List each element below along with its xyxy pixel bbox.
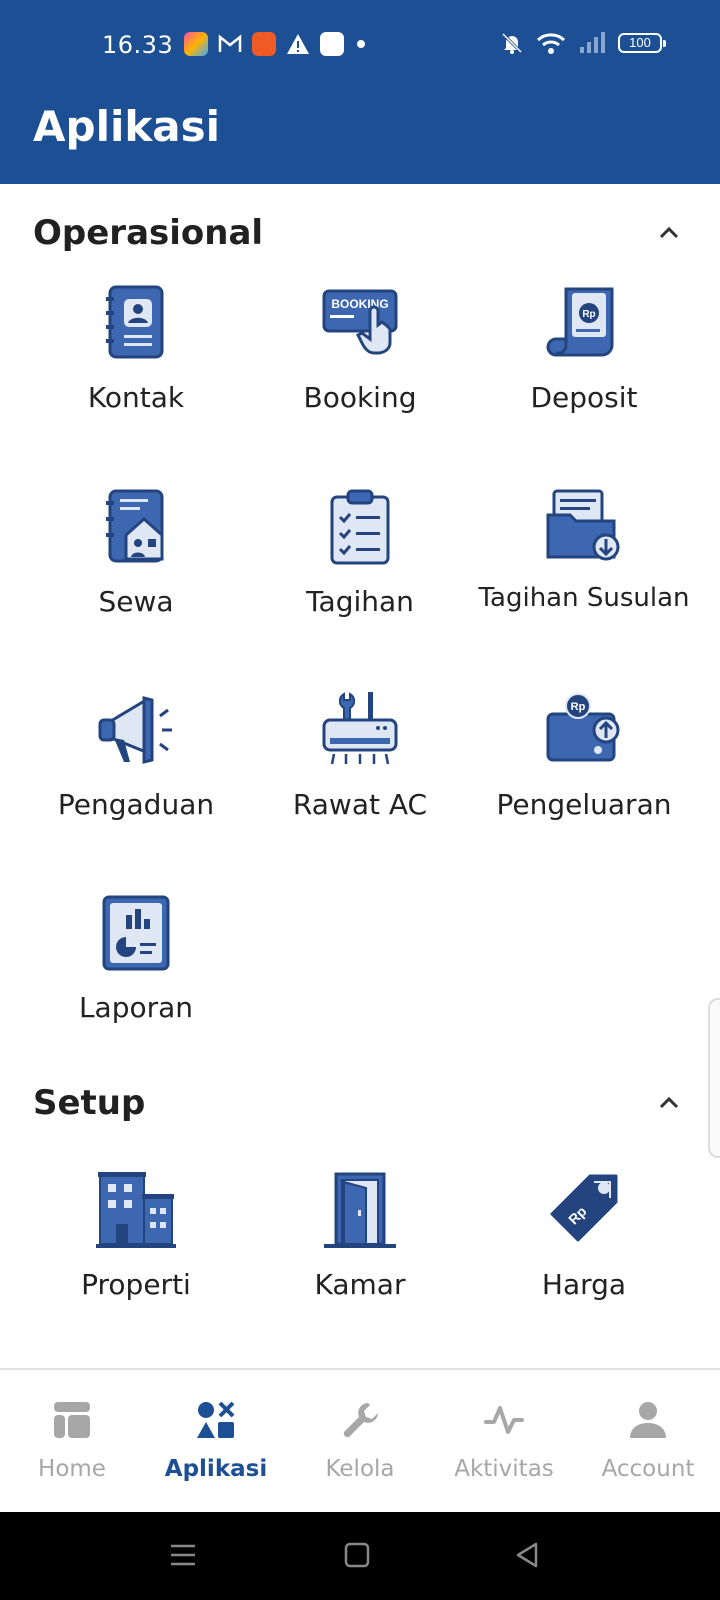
account-icon [630, 1402, 666, 1438]
wifi-icon [536, 33, 566, 54]
gmail-icon [218, 34, 242, 52]
notification-icons [184, 32, 368, 56]
app-tile-label: Kamar [314, 1268, 406, 1301]
app-tile-label: Tagihan [306, 585, 414, 618]
collapse-setup-chevron-up-icon[interactable] [656, 1090, 682, 1116]
app-tile-properti[interactable]: Properti [24, 1170, 248, 1340]
app-tile-label: Tagihan Susulan [478, 583, 690, 613]
status-time: 16.33 [102, 31, 174, 59]
status-bar: 16.33 100 [0, 0, 720, 90]
nav-label: Account [601, 1456, 695, 1482]
app-tile-kamar[interactable]: Kamar [248, 1170, 472, 1340]
app-tile-label: Deposit [530, 381, 638, 414]
system-navigation-bar [0, 1512, 720, 1600]
activity-icon [484, 1406, 524, 1434]
rent-house-icon [106, 489, 164, 563]
svg-text:Rp: Rp [582, 309, 595, 320]
app-notification-icon [184, 32, 208, 56]
app-tile-label: Laporan [78, 991, 194, 1024]
megaphone-icon [98, 696, 172, 764]
building-icon [96, 1172, 176, 1248]
app-bar: Aplikasi [0, 90, 720, 184]
clipboard-checklist-icon [330, 489, 390, 565]
app-tile-label: Pengaduan [57, 788, 215, 821]
system-icons: 100 [500, 31, 666, 55]
home-square-icon[interactable] [342, 1540, 372, 1570]
wallet-upload-icon: Rp [546, 693, 620, 762]
app-tile-label: Pengeluaran [496, 788, 672, 821]
bottom-navigation: Home Aplikasi Kelola Aktivitas Account [0, 1368, 720, 1512]
booking-icon: BOOKING [322, 289, 398, 355]
app-tile-label: Rawat AC [292, 788, 428, 821]
app-tile-label: Harga [541, 1268, 627, 1301]
deposit-scroll-icon: Rp [546, 287, 614, 357]
app-tile-pengaduan[interactable]: Pengaduan [24, 690, 248, 860]
nav-aplikasi[interactable]: Aplikasi [144, 1370, 288, 1514]
page-title: Aplikasi [33, 102, 221, 151]
app-tile-booking[interactable]: BOOKING Booking [248, 283, 472, 453]
apps-icon [197, 1401, 235, 1438]
door-icon [324, 1172, 396, 1248]
app-tile-harga[interactable]: Rp Harga [472, 1170, 696, 1340]
app-tile-rawat-ac[interactable]: Rawat AC [248, 690, 472, 860]
scrollbar-handle[interactable] [708, 998, 720, 1158]
nav-kelola[interactable]: Kelola [288, 1370, 432, 1514]
game-app-icon [320, 32, 344, 56]
wrench-icon [343, 1403, 378, 1438]
section-title-operasional: Operasional [33, 213, 264, 253]
app-tile-label: Properti [81, 1268, 191, 1301]
app-tile-kontak[interactable]: Kontak [24, 283, 248, 453]
nav-home[interactable]: Home [0, 1370, 144, 1514]
app-tile-pengeluaran[interactable]: Rp Pengeluaran [472, 690, 696, 860]
nav-label: Home [38, 1456, 106, 1482]
app-tile-tagihan-susulan[interactable]: Tagihan Susulan [472, 487, 696, 657]
nav-label: Kelola [325, 1456, 395, 1482]
app-tile-label: Kontak [87, 381, 185, 414]
report-chart-icon [102, 895, 170, 971]
svg-text:Rp: Rp [571, 701, 586, 713]
svg-text:BOOKING: BOOKING [331, 297, 388, 311]
battery-indicator: 100 [618, 33, 666, 53]
shopee-icon [252, 32, 276, 56]
app-tile-tagihan[interactable]: Tagihan [248, 487, 472, 657]
menu-icon[interactable] [168, 1540, 198, 1570]
more-dot-icon [357, 40, 365, 48]
nav-label: Aplikasi [164, 1456, 268, 1482]
app-tile-label: Booking [303, 381, 417, 414]
app-tile-sewa[interactable]: Sewa [24, 487, 248, 657]
signal-icon [580, 32, 605, 53]
warning-icon [287, 34, 309, 54]
home-icon [54, 1402, 90, 1438]
nav-account[interactable]: Account [576, 1370, 720, 1514]
mute-bell-icon [501, 32, 523, 54]
price-tag-icon: Rp [550, 1174, 618, 1242]
app-tile-deposit[interactable]: Rp Deposit [472, 283, 696, 453]
nav-label: Aktivitas [454, 1456, 554, 1482]
back-triangle-icon[interactable] [512, 1540, 542, 1570]
folder-download-icon [546, 489, 620, 561]
app-tile-label: Sewa [98, 585, 174, 618]
ac-service-icon [322, 692, 398, 765]
section-title-setup: Setup [33, 1083, 146, 1123]
contact-book-icon [106, 285, 164, 359]
app-tile-laporan[interactable]: Laporan [24, 893, 248, 1063]
collapse-operasional-chevron-up-icon[interactable] [656, 220, 682, 246]
nav-aktivitas[interactable]: Aktivitas [432, 1370, 576, 1514]
